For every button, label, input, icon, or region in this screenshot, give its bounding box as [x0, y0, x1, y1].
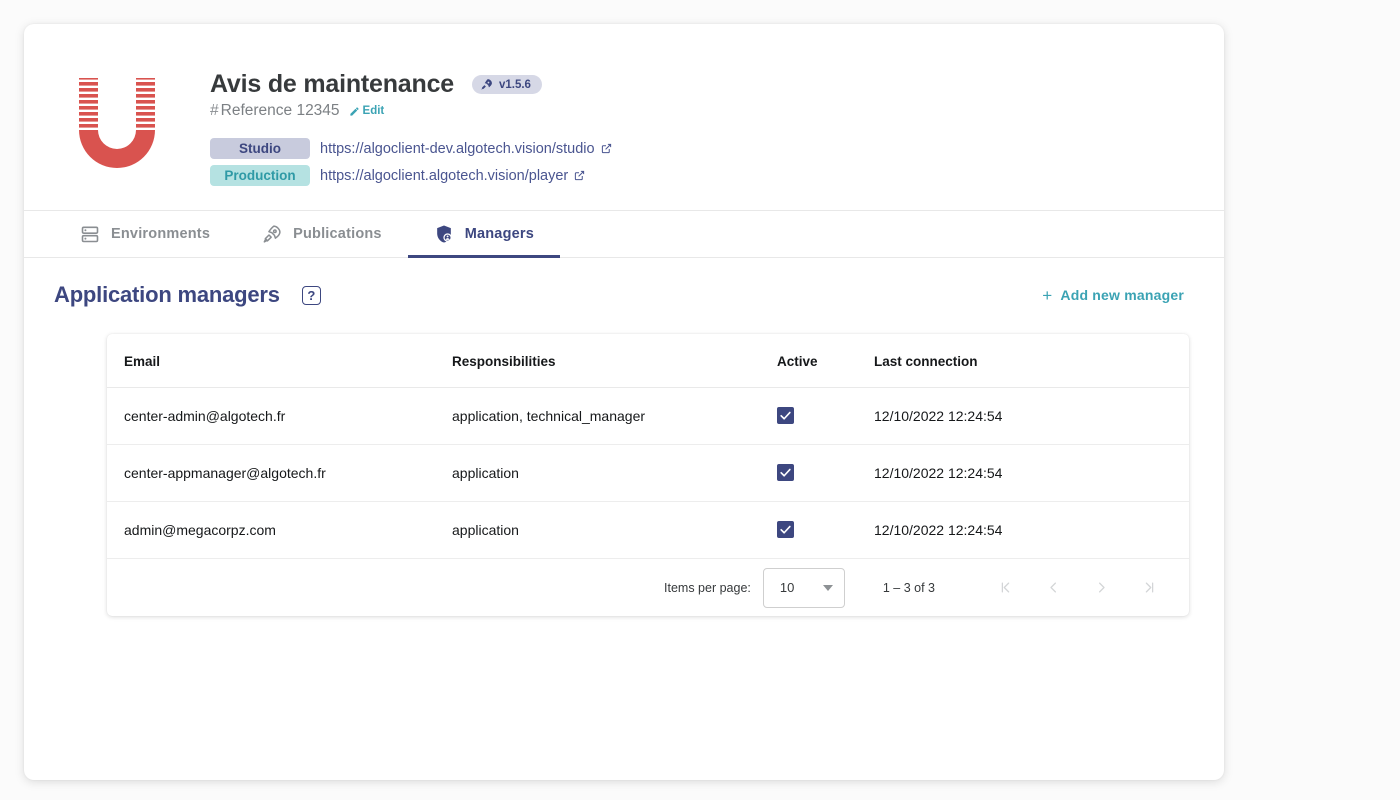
- add-new-manager-label: Add new manager: [1060, 287, 1184, 303]
- version-badge-label: v1.5.6: [498, 78, 531, 91]
- external-link-icon: [601, 143, 611, 154]
- add-new-manager-button[interactable]: + Add new manager: [1042, 287, 1184, 304]
- cell-last-connection: 12/10/2022 12:24:54: [874, 387, 1189, 445]
- table-row[interactable]: center-appmanager@algotech.fr applicatio…: [107, 444, 1189, 502]
- edit-reference-link[interactable]: Edit: [349, 105, 385, 117]
- edit-link-label: Edit: [362, 105, 385, 117]
- section-header: Application managers ? + Add new manager: [24, 258, 1224, 308]
- pencil-icon: [349, 106, 359, 116]
- chevron-right-icon: [1098, 582, 1105, 593]
- reference-text: Reference 12345: [220, 102, 340, 119]
- cell-active: [777, 387, 874, 445]
- server-icon: [81, 226, 99, 243]
- title-row: Avis de maintenance v1.5.6: [210, 70, 612, 99]
- first-page-button[interactable]: [985, 568, 1025, 608]
- items-per-page-select[interactable]: 10: [762, 567, 845, 608]
- environment-url-studio[interactable]: https://algoclient-dev.algotech.vision/s…: [320, 141, 612, 157]
- environment-url-production[interactable]: https://algoclient.algotech.vision/playe…: [320, 168, 585, 184]
- next-page-button[interactable]: [1081, 568, 1121, 608]
- plus-icon: +: [1042, 285, 1053, 305]
- cell-responsibilities: application: [452, 444, 777, 502]
- active-checkbox[interactable]: [777, 464, 794, 481]
- environment-chip-studio: Studio: [210, 138, 310, 159]
- cell-last-connection: 12/10/2022 12:24:54: [874, 444, 1189, 502]
- first-page-icon: [1001, 582, 1009, 593]
- cell-responsibilities: application, technical_manager: [452, 387, 777, 445]
- last-page-icon: [1145, 582, 1153, 593]
- rocket-icon: [481, 79, 492, 90]
- algotech-horseshoe-logo: [79, 78, 155, 168]
- previous-page-button[interactable]: [1033, 568, 1073, 608]
- cell-email: admin@megacorpz.com: [107, 501, 452, 559]
- logo-container: [24, 52, 210, 210]
- tab-environments-label: Environments: [111, 226, 211, 242]
- check-icon: [780, 411, 791, 420]
- cell-active: [777, 501, 874, 559]
- tab-publications[interactable]: Publications: [236, 211, 408, 257]
- page-title: Avis de maintenance: [210, 70, 454, 98]
- table-header-row: Email Responsibilities Active Last conne…: [107, 334, 1189, 388]
- version-badge: v1.5.6: [471, 75, 542, 94]
- tab-managers[interactable]: Managers: [407, 211, 561, 258]
- column-header-email: Email: [107, 334, 452, 388]
- help-icon[interactable]: ?: [301, 285, 321, 305]
- table-row[interactable]: admin@megacorpz.com application 12/10/20…: [107, 501, 1189, 559]
- column-header-active: Active: [777, 334, 874, 388]
- check-icon: [780, 468, 791, 477]
- app-header: Avis de maintenance v1.5.6 # Reference 1…: [24, 24, 1224, 210]
- hash-icon: #: [210, 102, 219, 119]
- check-icon: [780, 525, 791, 534]
- pagination-range-label: 1 – 3 of 3: [882, 580, 935, 595]
- external-link-icon: [575, 170, 585, 181]
- table-head: Email Responsibilities Active Last conne…: [107, 334, 1189, 388]
- column-header-responsibilities: Responsibilities: [452, 334, 777, 388]
- tab-publications-label: Publications: [293, 226, 382, 242]
- managers-table-card: Email Responsibilities Active Last conne…: [107, 334, 1189, 616]
- tab-managers-label: Managers: [464, 226, 534, 242]
- items-per-page-label: Items per page:: [664, 580, 751, 595]
- environment-chip-production: Production: [210, 165, 310, 186]
- table-row[interactable]: center-admin@algotech.fr application, te…: [107, 387, 1189, 445]
- section-title: Application managers: [54, 282, 280, 307]
- section-header-left: Application managers ?: [54, 282, 321, 308]
- cell-last-connection: 12/10/2022 12:24:54: [874, 501, 1189, 559]
- managers-table: Email Responsibilities Active Last conne…: [107, 334, 1189, 559]
- active-checkbox[interactable]: [777, 407, 794, 424]
- application-card: Avis de maintenance v1.5.6 # Reference 1…: [24, 24, 1224, 780]
- column-header-last-connection: Last connection: [874, 334, 1189, 388]
- chevron-left-icon: [1049, 582, 1056, 593]
- chevron-down-icon: [822, 584, 833, 591]
- cell-active: [777, 444, 874, 502]
- cell-responsibilities: application: [452, 501, 777, 559]
- paginator: Items per page: 10 1 – 3 of 3: [107, 559, 1189, 616]
- shield-user-icon: [436, 225, 452, 243]
- cell-email: center-appmanager@algotech.fr: [107, 444, 452, 502]
- reference-row: # Reference 12345 Edit: [210, 102, 612, 120]
- header-info: Avis de maintenance v1.5.6 # Reference 1…: [210, 52, 612, 210]
- items-per-page-value: 10: [779, 580, 795, 595]
- active-checkbox[interactable]: [777, 521, 794, 538]
- cell-email: center-admin@algotech.fr: [107, 387, 452, 445]
- environment-url-studio-text: https://algoclient-dev.algotech.vision/s…: [320, 140, 595, 157]
- environment-links: Studio https://algoclient-dev.algotech.v…: [210, 138, 612, 186]
- tab-bar: Environments Publications Managers: [24, 210, 1224, 258]
- table-body: center-admin@algotech.fr application, te…: [107, 387, 1189, 559]
- environment-row-studio: Studio https://algoclient-dev.algotech.v…: [210, 138, 612, 159]
- last-page-button[interactable]: [1129, 568, 1169, 608]
- tab-environments[interactable]: Environments: [54, 211, 236, 257]
- environment-url-production-text: https://algoclient.algotech.vision/playe…: [320, 167, 569, 184]
- environment-row-production: Production https://algoclient.algotech.v…: [210, 165, 612, 186]
- rocket-icon: [263, 225, 281, 243]
- page-background: Avis de maintenance v1.5.6 # Reference 1…: [0, 0, 1400, 800]
